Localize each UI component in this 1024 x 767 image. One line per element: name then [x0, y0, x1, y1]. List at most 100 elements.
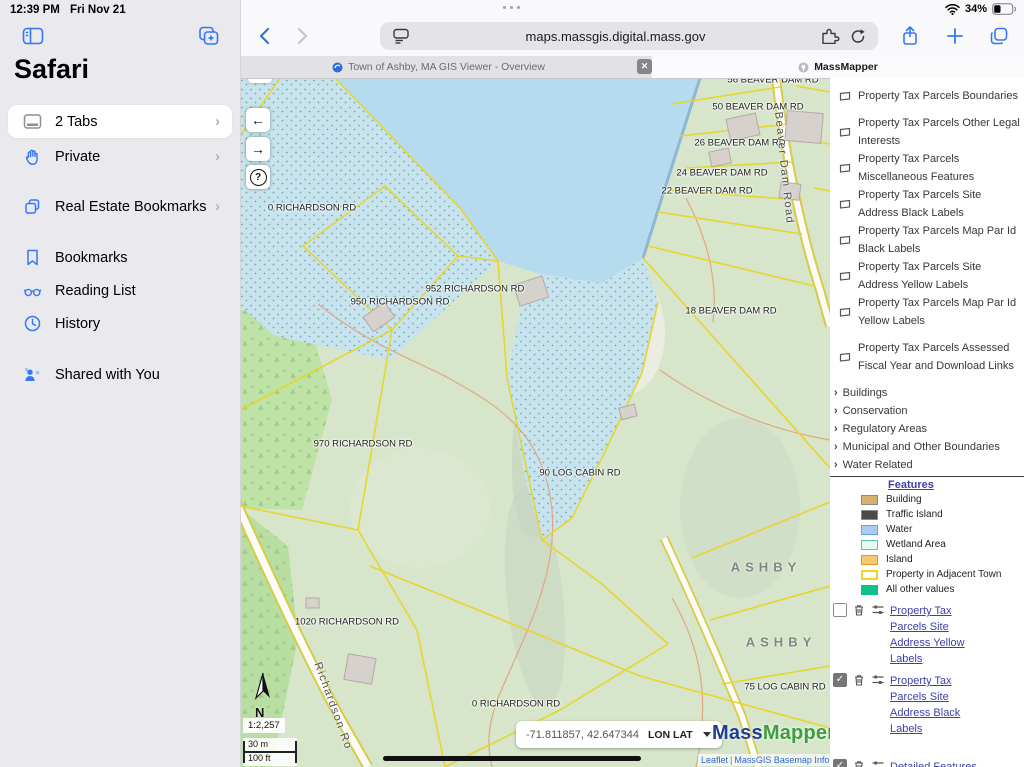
- layer-group[interactable]: ›Buildings: [830, 384, 1024, 402]
- sidebar-item-bookmarks[interactable]: Bookmarks: [8, 241, 232, 274]
- home-indicator[interactable]: [383, 756, 641, 761]
- legend-header-link[interactable]: Features: [888, 479, 934, 491]
- forward-button[interactable]: [290, 24, 314, 48]
- layer-control-row: Property Tax Parcels Site Address Black …: [833, 673, 1024, 737]
- layer-group[interactable]: ›Municipal and Other Boundaries: [830, 438, 1024, 456]
- tab-favicon: [332, 62, 343, 73]
- battery-percent: 34%: [965, 3, 987, 15]
- layer-control-link[interactable]: Property Tax Parcels Site Address Black …: [890, 673, 976, 737]
- parcel-label: 18 BEAVER DAM RD: [685, 306, 776, 317]
- delete-layer-icon[interactable]: [852, 759, 866, 767]
- layer-checkbox[interactable]: [833, 603, 847, 617]
- layer-group[interactable]: ›Water Related: [830, 456, 1024, 474]
- layer-item[interactable]: Property Tax Parcels Site Address Yellow…: [830, 258, 1024, 294]
- sidebar-toggle-icon[interactable]: [22, 26, 44, 46]
- chevron-right-icon: ›: [834, 420, 838, 438]
- layer-label: Property Tax Parcels Boundaries: [858, 87, 1020, 105]
- parcel-label: 56 BEAVER DAM RD: [727, 78, 818, 86]
- status-bar: 12:39 PM Fri Nov 21 34%: [0, 0, 1024, 20]
- layer-label: Property Tax Parcels Map Par Id Black La…: [858, 222, 1020, 258]
- url-text: maps.massgis.digital.mass.gov: [410, 29, 821, 44]
- chevron-down-icon[interactable]: [702, 731, 712, 738]
- north-arrow-icon: [248, 672, 278, 700]
- layer-label: Property Tax Parcels Map Par Id Yellow L…: [858, 294, 1020, 330]
- parcel-label: 1020 RICHARDSON RD: [295, 617, 399, 628]
- parcel-label: 950 RICHARDSON RD: [351, 297, 450, 308]
- parcel-label: 90 LOG CABIN RD: [539, 468, 620, 479]
- legend-swatch: [861, 570, 878, 580]
- back-button[interactable]: [252, 24, 276, 48]
- status-time: 12:39 PM: [10, 4, 60, 16]
- parcel-label: 75 LOG CABIN RD: [744, 682, 825, 693]
- sidebar-item-tabs[interactable]: 2 Tabs ›: [8, 105, 232, 138]
- coordinate-readout[interactable]: -71.811857, 42.647344 LON LAT: [516, 721, 722, 748]
- sidebar-item-tab-group[interactable]: Real Estate Bookmarks ›: [8, 190, 232, 223]
- massgis-basemap-link[interactable]: MassGIS Basemap Info: [734, 755, 829, 765]
- chevron-right-icon: ›: [834, 384, 838, 402]
- sidebar-item-label: Shared with You: [55, 367, 160, 383]
- scale-bar: 30 m 100 ft: [243, 738, 297, 766]
- layer-group[interactable]: ›Regulatory Areas: [830, 420, 1024, 438]
- sidebar-item-shared-with-you[interactable]: Shared with You: [8, 358, 232, 391]
- delete-layer-icon[interactable]: [852, 603, 866, 617]
- legend-item: Property in Adjacent Town: [830, 567, 1024, 582]
- layer-checkbox[interactable]: [833, 673, 847, 687]
- legend-swatch: [861, 555, 878, 565]
- coordinates-value: -71.811857, 42.647344: [526, 729, 639, 741]
- tab-ashby-gis-viewer[interactable]: Town of Ashby, MA GIS Viewer - Overview: [240, 56, 637, 78]
- layer-control-link[interactable]: Detailed Features: [890, 759, 977, 767]
- extensions-icon[interactable]: [821, 28, 840, 44]
- flag-icon: [839, 91, 851, 101]
- layer-checkbox[interactable]: [833, 759, 847, 767]
- address-bar[interactable]: maps.massgis.digital.mass.gov: [380, 22, 878, 50]
- close-tab-icon[interactable]: ✕: [637, 59, 652, 74]
- map-back-button[interactable]: ←: [246, 108, 270, 132]
- tab-overview-button[interactable]: [987, 24, 1011, 48]
- layer-item[interactable]: Property Tax Parcels Map Par Id Yellow L…: [830, 294, 1024, 330]
- parcel-label: 22 BEAVER DAM RD: [661, 186, 752, 197]
- wifi-icon: [945, 4, 960, 15]
- status-date: Fri Nov 21: [70, 4, 126, 16]
- legend-swatch: [861, 525, 878, 535]
- layer-label: Property Tax Parcels Other Legal Interes…: [858, 114, 1020, 150]
- layer-settings-icon[interactable]: [871, 603, 885, 617]
- layer-settings-icon[interactable]: [871, 673, 885, 687]
- tab-title: MassMapper: [814, 61, 878, 73]
- chevron-right-icon: ›: [834, 438, 838, 456]
- layer-group[interactable]: ›Conservation: [830, 402, 1024, 420]
- sidebar-item-reading-list[interactable]: Reading List: [8, 274, 232, 307]
- map-forward-button[interactable]: →: [246, 137, 270, 161]
- layer-item[interactable]: Property Tax Parcels Boundaries: [830, 78, 1024, 114]
- parcel-label: 952 RICHARDSON RD: [426, 284, 525, 295]
- page-menu-icon[interactable]: [392, 28, 410, 44]
- legend-item: Wetland Area: [830, 537, 1024, 552]
- layer-label: Property Tax Parcels Site Address Black …: [858, 186, 1020, 222]
- map-canvas[interactable]: 0 RICHARDSON RD 56 BEAVER DAM RD 50 BEAV…: [240, 78, 830, 767]
- layer-item[interactable]: Property Tax Parcels Map Par Id Black La…: [830, 222, 1024, 258]
- group-label: Water Related: [843, 456, 913, 474]
- sidebar-item-history[interactable]: History: [8, 307, 232, 340]
- layer-control-row: Detailed Features: [833, 759, 1024, 767]
- multitasking-dots-icon[interactable]: [503, 6, 520, 9]
- new-tab-button[interactable]: [943, 24, 967, 48]
- flag-icon: [839, 199, 851, 209]
- layer-item[interactable]: Property Tax Parcels Other Legal Interes…: [830, 114, 1024, 150]
- layer-item[interactable]: Property Tax Parcels Miscellaneous Featu…: [830, 150, 1024, 186]
- layer-control-link[interactable]: Property Tax Parcels Site Address Yellow…: [890, 603, 976, 667]
- share-button[interactable]: [898, 24, 922, 48]
- layer-control-row: Property Tax Parcels Site Address Yellow…: [833, 603, 1024, 667]
- leaflet-link[interactable]: Leaflet: [701, 755, 728, 765]
- layer-label: Property Tax Parcels Miscellaneous Featu…: [858, 150, 1020, 186]
- tab-massmapper[interactable]: MassMapper: [652, 56, 1024, 78]
- delete-layer-icon[interactable]: [852, 673, 866, 687]
- scale-imperial: 100 ft: [248, 753, 271, 763]
- layer-item[interactable]: Property Tax Parcels Site Address Black …: [830, 186, 1024, 222]
- map-help-button[interactable]: ?: [246, 165, 270, 189]
- layer-item[interactable]: Property Tax Parcels Assessed Fiscal Yea…: [830, 330, 1024, 384]
- reload-icon[interactable]: [850, 28, 866, 45]
- chevron-right-icon: ›: [215, 113, 220, 130]
- sidebar-item-label: History: [55, 316, 100, 332]
- sidebar-item-private[interactable]: Private ›: [8, 140, 232, 173]
- new-tab-icon[interactable]: [198, 26, 220, 46]
- layer-settings-icon[interactable]: [871, 759, 885, 767]
